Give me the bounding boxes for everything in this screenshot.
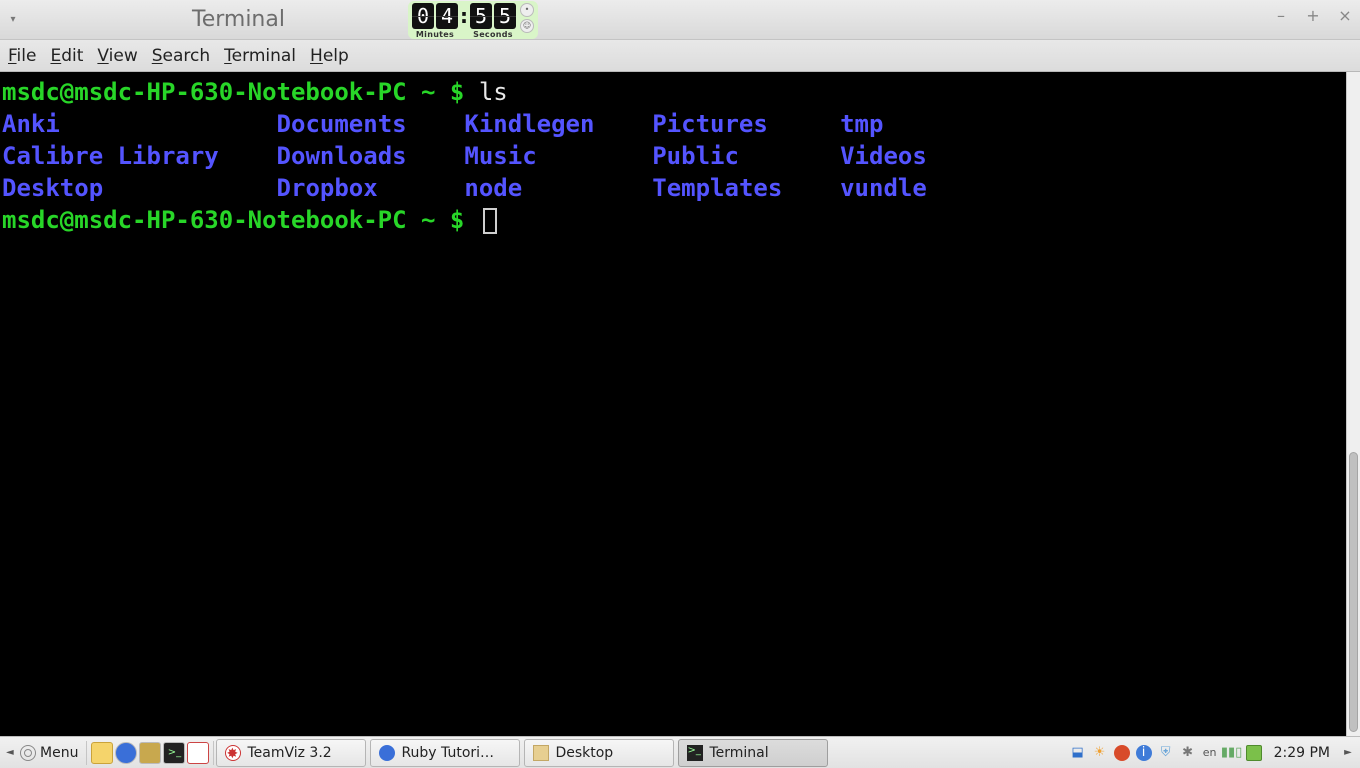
firefox-icon bbox=[379, 745, 395, 761]
task-ruby-tutori-[interactable]: Ruby Tutori… bbox=[370, 739, 520, 767]
taskbar: ◄ Menu >_ ✸ TeamViz 3.2 Ruby Tutori… Deskto… bbox=[0, 736, 1360, 768]
timer-seconds-ones: 5 bbox=[494, 3, 516, 29]
timer-widget[interactable]: 0 4 Minutes : 5 5 Seconds • ☺ bbox=[408, 1, 538, 39]
window-maximize-button[interactable]: + bbox=[1304, 8, 1322, 26]
quicklaunch-firefox-icon[interactable] bbox=[115, 742, 137, 764]
panel-scroll-right[interactable]: ► bbox=[1342, 747, 1354, 758]
timer-minutes-tens: 0 bbox=[412, 3, 434, 29]
tray-bluetooth-icon[interactable]: ✱ bbox=[1180, 745, 1196, 761]
start-menu-button[interactable]: Menu bbox=[12, 738, 86, 768]
quicklaunch: >_ bbox=[87, 742, 213, 764]
tray-info-icon[interactable]: i bbox=[1136, 745, 1152, 761]
task-desktop[interactable]: Desktop bbox=[524, 739, 674, 767]
timer-colon: : bbox=[458, 3, 470, 29]
timer-seconds-tens: 5 bbox=[470, 3, 492, 29]
menu-edit[interactable]: Edit bbox=[50, 46, 83, 66]
timer-minutes-label: Minutes bbox=[416, 30, 454, 39]
window-title: Terminal bbox=[192, 7, 285, 32]
tray-keyboard-layout[interactable]: en bbox=[1202, 745, 1218, 761]
quicklaunch-notes-icon[interactable] bbox=[91, 742, 113, 764]
timer-seconds-label: Seconds bbox=[473, 30, 513, 39]
window-minimize-button[interactable]: – bbox=[1272, 8, 1290, 26]
system-tray: ⬓ ☀ i ⛨ ✱ en ▮▮▯ 2:29 PM ► bbox=[1064, 745, 1360, 761]
tray-battery-icon[interactable] bbox=[1246, 745, 1262, 761]
folder-icon bbox=[533, 745, 549, 761]
task-teamviz-3-2[interactable]: ✸ TeamViz 3.2 bbox=[216, 739, 366, 767]
tray-dropbox-icon[interactable]: ⬓ bbox=[1070, 745, 1086, 761]
terminal-icon: >_ bbox=[687, 745, 703, 761]
window-close-button[interactable]: × bbox=[1336, 8, 1354, 26]
start-menu-label: Menu bbox=[40, 745, 78, 761]
timer-dot-button[interactable]: • bbox=[520, 3, 534, 17]
menu-terminal[interactable]: Terminal bbox=[224, 46, 296, 66]
gear-icon bbox=[20, 745, 36, 761]
task-label: Ruby Tutori… bbox=[401, 745, 494, 761]
quicklaunch-calendar-icon[interactable] bbox=[187, 742, 209, 764]
timer-face-button[interactable]: ☺ bbox=[520, 19, 534, 33]
panel-scroll-left[interactable]: ◄ bbox=[0, 738, 12, 768]
tray-weather-icon[interactable]: ☀ bbox=[1092, 745, 1108, 761]
menu-search[interactable]: Search bbox=[152, 46, 210, 66]
menu-help[interactable]: Help bbox=[310, 46, 349, 66]
tray-network-icon[interactable]: ▮▮▯ bbox=[1224, 745, 1240, 761]
task-label: Terminal bbox=[709, 745, 768, 761]
quicklaunch-terminal-icon[interactable]: >_ bbox=[163, 742, 185, 764]
titlebar-menu-dropdown[interactable]: ▾ bbox=[0, 14, 20, 25]
tray-clock[interactable]: 2:29 PM bbox=[1268, 745, 1336, 761]
timer-minutes-ones: 4 bbox=[436, 3, 458, 29]
task-label: Desktop bbox=[555, 745, 613, 761]
task-label: TeamViz 3.2 bbox=[247, 745, 331, 761]
task-terminal[interactable]: >_ Terminal bbox=[678, 739, 828, 767]
quicklaunch-media-icon[interactable] bbox=[139, 742, 161, 764]
menubar: File Edit View Search Terminal Help bbox=[0, 40, 1360, 72]
menu-file[interactable]: File bbox=[8, 46, 36, 66]
terminal-scrollbar[interactable] bbox=[1346, 72, 1360, 736]
terminal-output[interactable]: msdc@msdc-HP-630-Notebook-PC ~ $ ls Anki… bbox=[0, 72, 1346, 736]
tray-shield-icon[interactable]: ⛨ bbox=[1158, 745, 1174, 761]
tray-update-icon[interactable] bbox=[1114, 745, 1130, 761]
window-titlebar: ▾ 0 4 Minutes : 5 5 Seconds • ☺ Terminal… bbox=[0, 0, 1360, 40]
menu-view[interactable]: View bbox=[97, 46, 137, 66]
teamviz-icon: ✸ bbox=[225, 745, 241, 761]
scrollbar-thumb[interactable] bbox=[1349, 452, 1358, 732]
